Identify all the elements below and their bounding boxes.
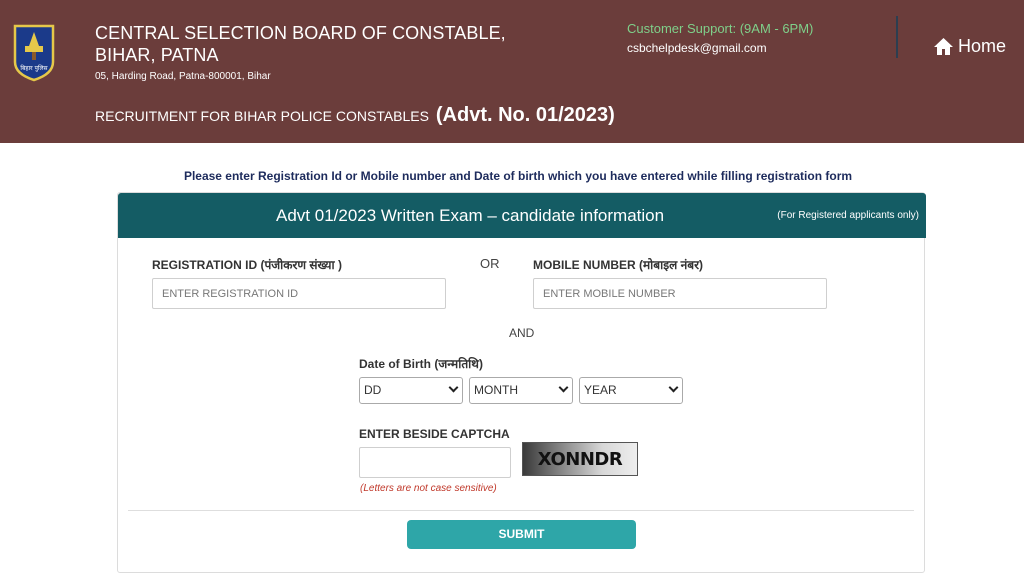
house-icon (934, 38, 953, 55)
site-header: बिहार पुलिस CENTRAL SELECTION BOARD OF C… (0, 0, 1024, 143)
dob-year-select[interactable]: YEAR (579, 377, 683, 404)
form-divider (128, 510, 914, 511)
header-divider (896, 16, 898, 58)
chevron-down-icon (558, 382, 569, 393)
org-title: CENTRAL SELECTION BOARD OF CONSTABLE, BI… (95, 23, 506, 65)
bihar-police-emblem-icon: बिहार पुलिस (13, 24, 55, 82)
support-email[interactable]: csbchelpdesk@gmail.com (627, 41, 767, 55)
dob-day-select[interactable]: DD (359, 377, 463, 404)
home-label: Home (958, 36, 1007, 56)
or-text: OR (480, 256, 500, 271)
captcha-image: XONNDR (522, 442, 638, 476)
captcha-hint: (Letters are not case sensitive) (360, 483, 497, 494)
registration-input[interactable] (152, 278, 446, 309)
registration-label: REGISTRATION ID (पंजीकरण संख्या ) (152, 258, 342, 272)
org-address: 05, Harding Road, Patna-800001, Bihar (95, 71, 271, 82)
support-title: Customer Support: (9AM - 6PM) (627, 21, 814, 36)
advt-number: (Advt. No. 01/2023) (435, 104, 615, 126)
chevron-down-icon (668, 382, 679, 393)
instruction-text: Please enter Registration Id or Mobile n… (183, 169, 853, 183)
captcha-input[interactable] (359, 447, 511, 478)
dob-year-value: YEAR (584, 383, 617, 397)
submit-button[interactable]: SUBMIT (407, 520, 636, 549)
mobile-label: MOBILE NUMBER (मोबाइल नंबर) (533, 258, 704, 272)
and-text: AND (509, 326, 535, 340)
captcha-label: ENTER BESIDE CAPTCHA (359, 427, 510, 441)
dob-day-value: DD (364, 383, 382, 397)
recruitment-heading: RECRUITMENT FOR BIHAR POLICE CONSTABLES … (95, 104, 615, 127)
mobile-input[interactable] (533, 278, 827, 309)
dob-month-select[interactable]: MONTH (469, 377, 573, 404)
home-link[interactable]: Home (933, 36, 1006, 57)
card-header: Advt 01/2023 Written Exam – candidate in… (118, 193, 926, 238)
chevron-down-icon (448, 382, 459, 393)
candidate-info-card: Advt 01/2023 Written Exam – candidate in… (117, 192, 926, 573)
dob-month-value: MONTH (474, 383, 518, 397)
card-title: Advt 01/2023 Written Exam – candidate in… (276, 206, 665, 225)
recruitment-text: RECRUITMENT FOR BIHAR POLICE CONSTABLES (95, 108, 429, 124)
logo-text: बिहार पुलिस (20, 64, 48, 72)
card-note: (For Registered applicants only) (777, 210, 919, 221)
dob-label: Date of Birth (जन्मतिथि) (359, 357, 483, 371)
